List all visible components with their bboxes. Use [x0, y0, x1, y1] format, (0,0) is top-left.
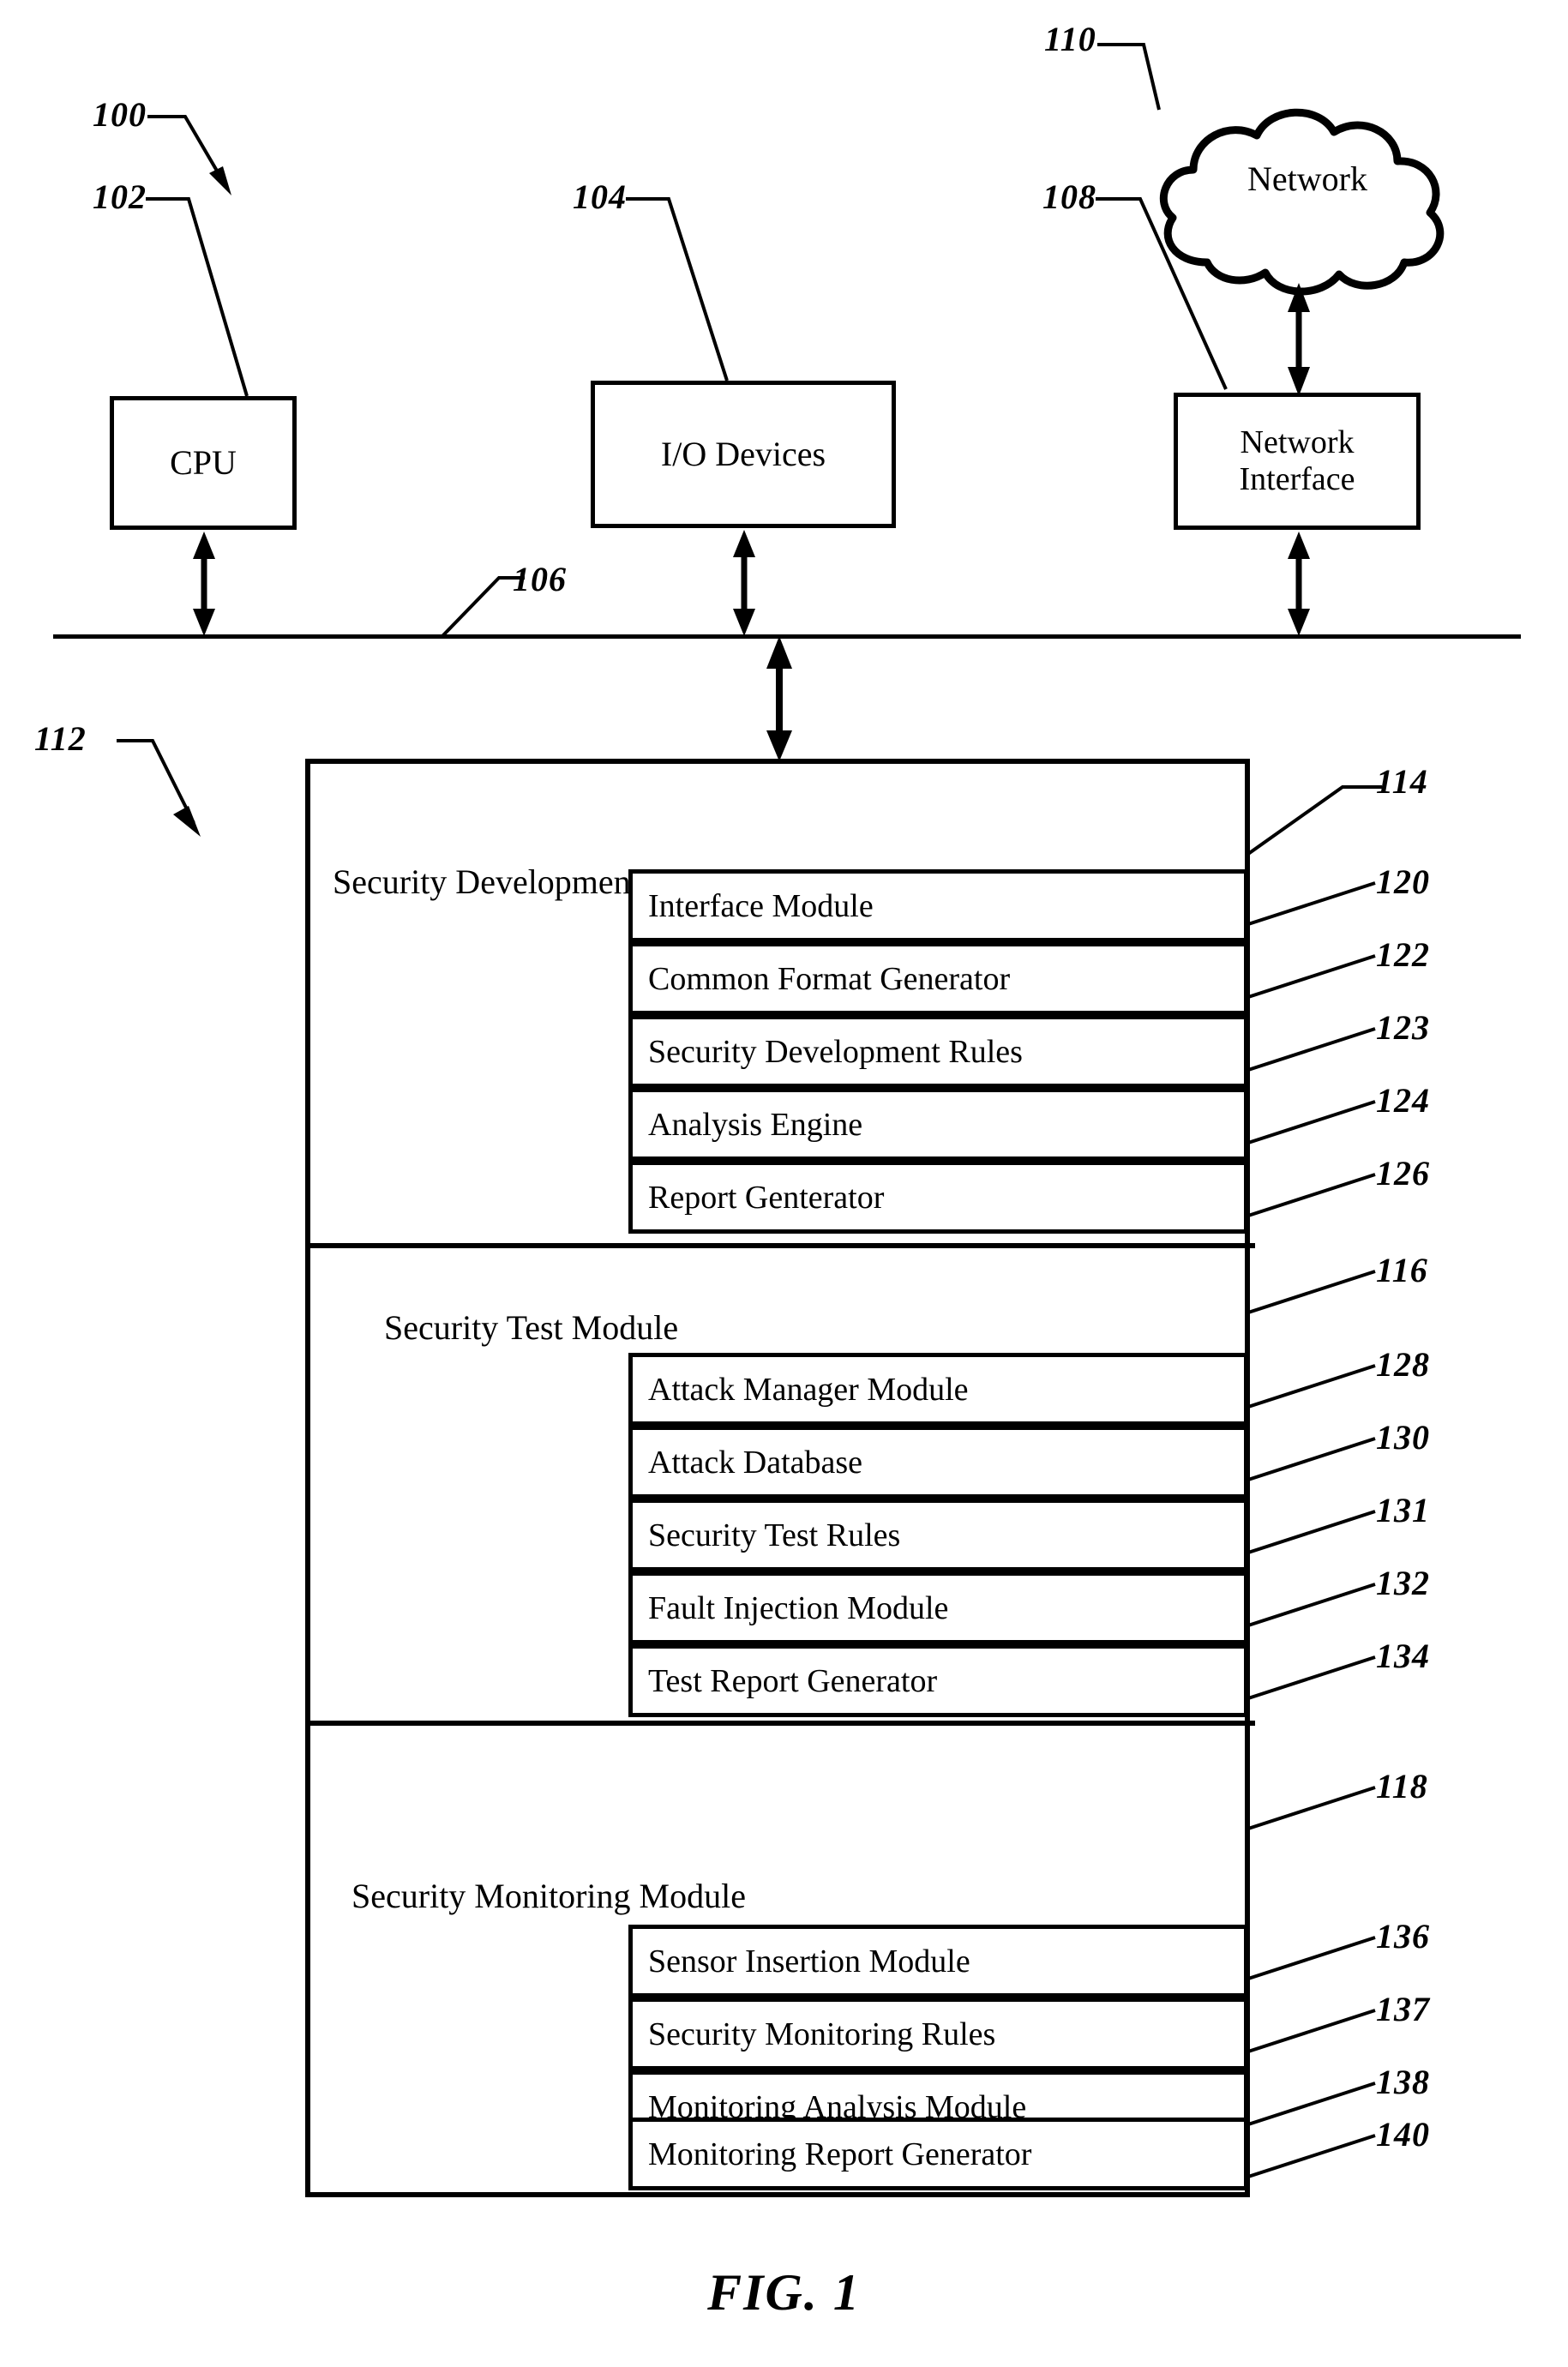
row-attack-database: Attack Database [628, 1426, 1248, 1499]
leader-118 [1247, 1786, 1376, 1830]
cpu-box: CPU [110, 396, 297, 530]
leader-131 [1247, 1510, 1376, 1554]
section-title-security-monitoring-module: Security Monitoring Module [351, 1877, 746, 1915]
row-interface-module: Interface Module [628, 869, 1248, 942]
arrow-bus-to-module [766, 636, 792, 761]
ref-108: 108 [1042, 177, 1096, 216]
row-monitoring-report-generator: Monitoring Report Generator [628, 2118, 1248, 2190]
ref-124: 124 [1376, 1081, 1430, 1120]
patent-figure-page: Network 110 Network Interface 108 CPU 10… [0, 0, 1568, 2367]
leader-124 [1247, 1100, 1376, 1144]
leader-108 [1096, 197, 1228, 390]
arrow-interface-to-bus [1288, 532, 1310, 636]
leader-102 [146, 197, 249, 397]
io-devices-box: I/O Devices [591, 381, 896, 528]
row-label: Common Format Generator [648, 960, 1011, 997]
leader-128 [1247, 1364, 1376, 1409]
leader-126 [1247, 1173, 1376, 1217]
ref-126: 126 [1376, 1154, 1430, 1193]
ref-123: 123 [1376, 1008, 1430, 1047]
divider-development-test [310, 1243, 1255, 1248]
ref-106: 106 [513, 560, 567, 598]
ref-136: 136 [1376, 1917, 1430, 1955]
leader-110 [1097, 43, 1161, 111]
row-security-test-rules: Security Test Rules [628, 1499, 1248, 1571]
leader-112 [117, 739, 201, 837]
leader-120 [1247, 881, 1376, 926]
ref-100: 100 [93, 95, 147, 134]
ref-138: 138 [1376, 2063, 1430, 2101]
network-interface-box: Network Interface [1174, 393, 1421, 530]
leader-140 [1247, 2134, 1376, 2178]
ref-130: 130 [1376, 1418, 1430, 1457]
row-common-format-generator: Common Format Generator [628, 942, 1248, 1015]
section-title-security-test-module: Security Test Module [384, 1308, 679, 1347]
figure-caption: FIG. 1 [707, 2264, 861, 2321]
ref-118: 118 [1376, 1767, 1428, 1805]
leader-116 [1247, 1270, 1376, 1314]
leader-136 [1247, 1936, 1376, 1980]
row-label: Sensor Insertion Module [648, 1943, 970, 1980]
row-security-development-rules: Security Development Rules [628, 1015, 1248, 1088]
network-cloud-icon [1159, 108, 1445, 296]
leader-104 [626, 197, 729, 381]
ref-110: 110 [1044, 20, 1096, 58]
row-label: Test Report Generator [648, 1662, 938, 1699]
row-analysis-engine: Analysis Engine [628, 1088, 1248, 1161]
row-label: Security Monitoring Rules [648, 2016, 996, 2052]
leader-130 [1247, 1437, 1376, 1481]
network-cloud-label: Network [1247, 159, 1367, 198]
ref-114: 114 [1376, 762, 1428, 801]
row-label: Security Test Rules [648, 1517, 901, 1553]
leader-100 [147, 115, 231, 195]
leader-114 [1247, 785, 1382, 856]
divider-test-monitoring [310, 1721, 1255, 1726]
leader-137 [1247, 2009, 1376, 2053]
ref-134: 134 [1376, 1637, 1430, 1675]
ref-131: 131 [1376, 1491, 1430, 1529]
row-label: Security Development Rules [648, 1033, 1023, 1070]
ref-132: 132 [1376, 1564, 1430, 1602]
leader-122 [1247, 954, 1376, 999]
row-report-genterator: Report Genterator [628, 1161, 1248, 1234]
row-attack-manager-module: Attack Manager Module [628, 1353, 1248, 1426]
io-devices-label: I/O Devices [660, 434, 826, 473]
row-label: Fault Injection Module [648, 1589, 949, 1626]
ref-140: 140 [1376, 2115, 1430, 2154]
ref-112: 112 [34, 719, 87, 758]
ref-120: 120 [1376, 862, 1430, 901]
row-label: Monitoring Report Generator [648, 2136, 1032, 2172]
leader-132 [1247, 1583, 1376, 1627]
arrow-io-to-bus [733, 530, 755, 636]
ref-104: 104 [573, 177, 627, 216]
network-interface-label-line1: Network [1240, 424, 1355, 461]
leader-123 [1247, 1027, 1376, 1072]
row-label: Analysis Engine [648, 1106, 863, 1143]
arrow-cpu-to-bus [193, 532, 215, 636]
cpu-label: CPU [170, 442, 237, 482]
leader-138 [1247, 2082, 1376, 2126]
row-label: Attack Database [648, 1444, 863, 1481]
row-sensor-insertion-module: Sensor Insertion Module [628, 1925, 1248, 1998]
row-label: Report Genterator [648, 1179, 885, 1216]
arrow-network-to-interface [1288, 283, 1310, 396]
system-bus-line [53, 634, 1521, 639]
ref-102: 102 [93, 177, 147, 216]
row-test-report-generator: Test Report Generator [628, 1644, 1248, 1717]
network-interface-label-line2: Interface [1239, 461, 1355, 497]
row-label: Interface Module [648, 887, 874, 924]
row-fault-injection-module: Fault Injection Module [628, 1571, 1248, 1644]
row-label: Attack Manager Module [648, 1371, 969, 1408]
ref-122: 122 [1376, 935, 1430, 974]
ref-137: 137 [1376, 1990, 1430, 2028]
leader-134 [1247, 1655, 1376, 1700]
row-security-monitoring-rules: Security Monitoring Rules [628, 1998, 1248, 2070]
ref-116: 116 [1376, 1251, 1428, 1289]
ref-128: 128 [1376, 1345, 1430, 1384]
